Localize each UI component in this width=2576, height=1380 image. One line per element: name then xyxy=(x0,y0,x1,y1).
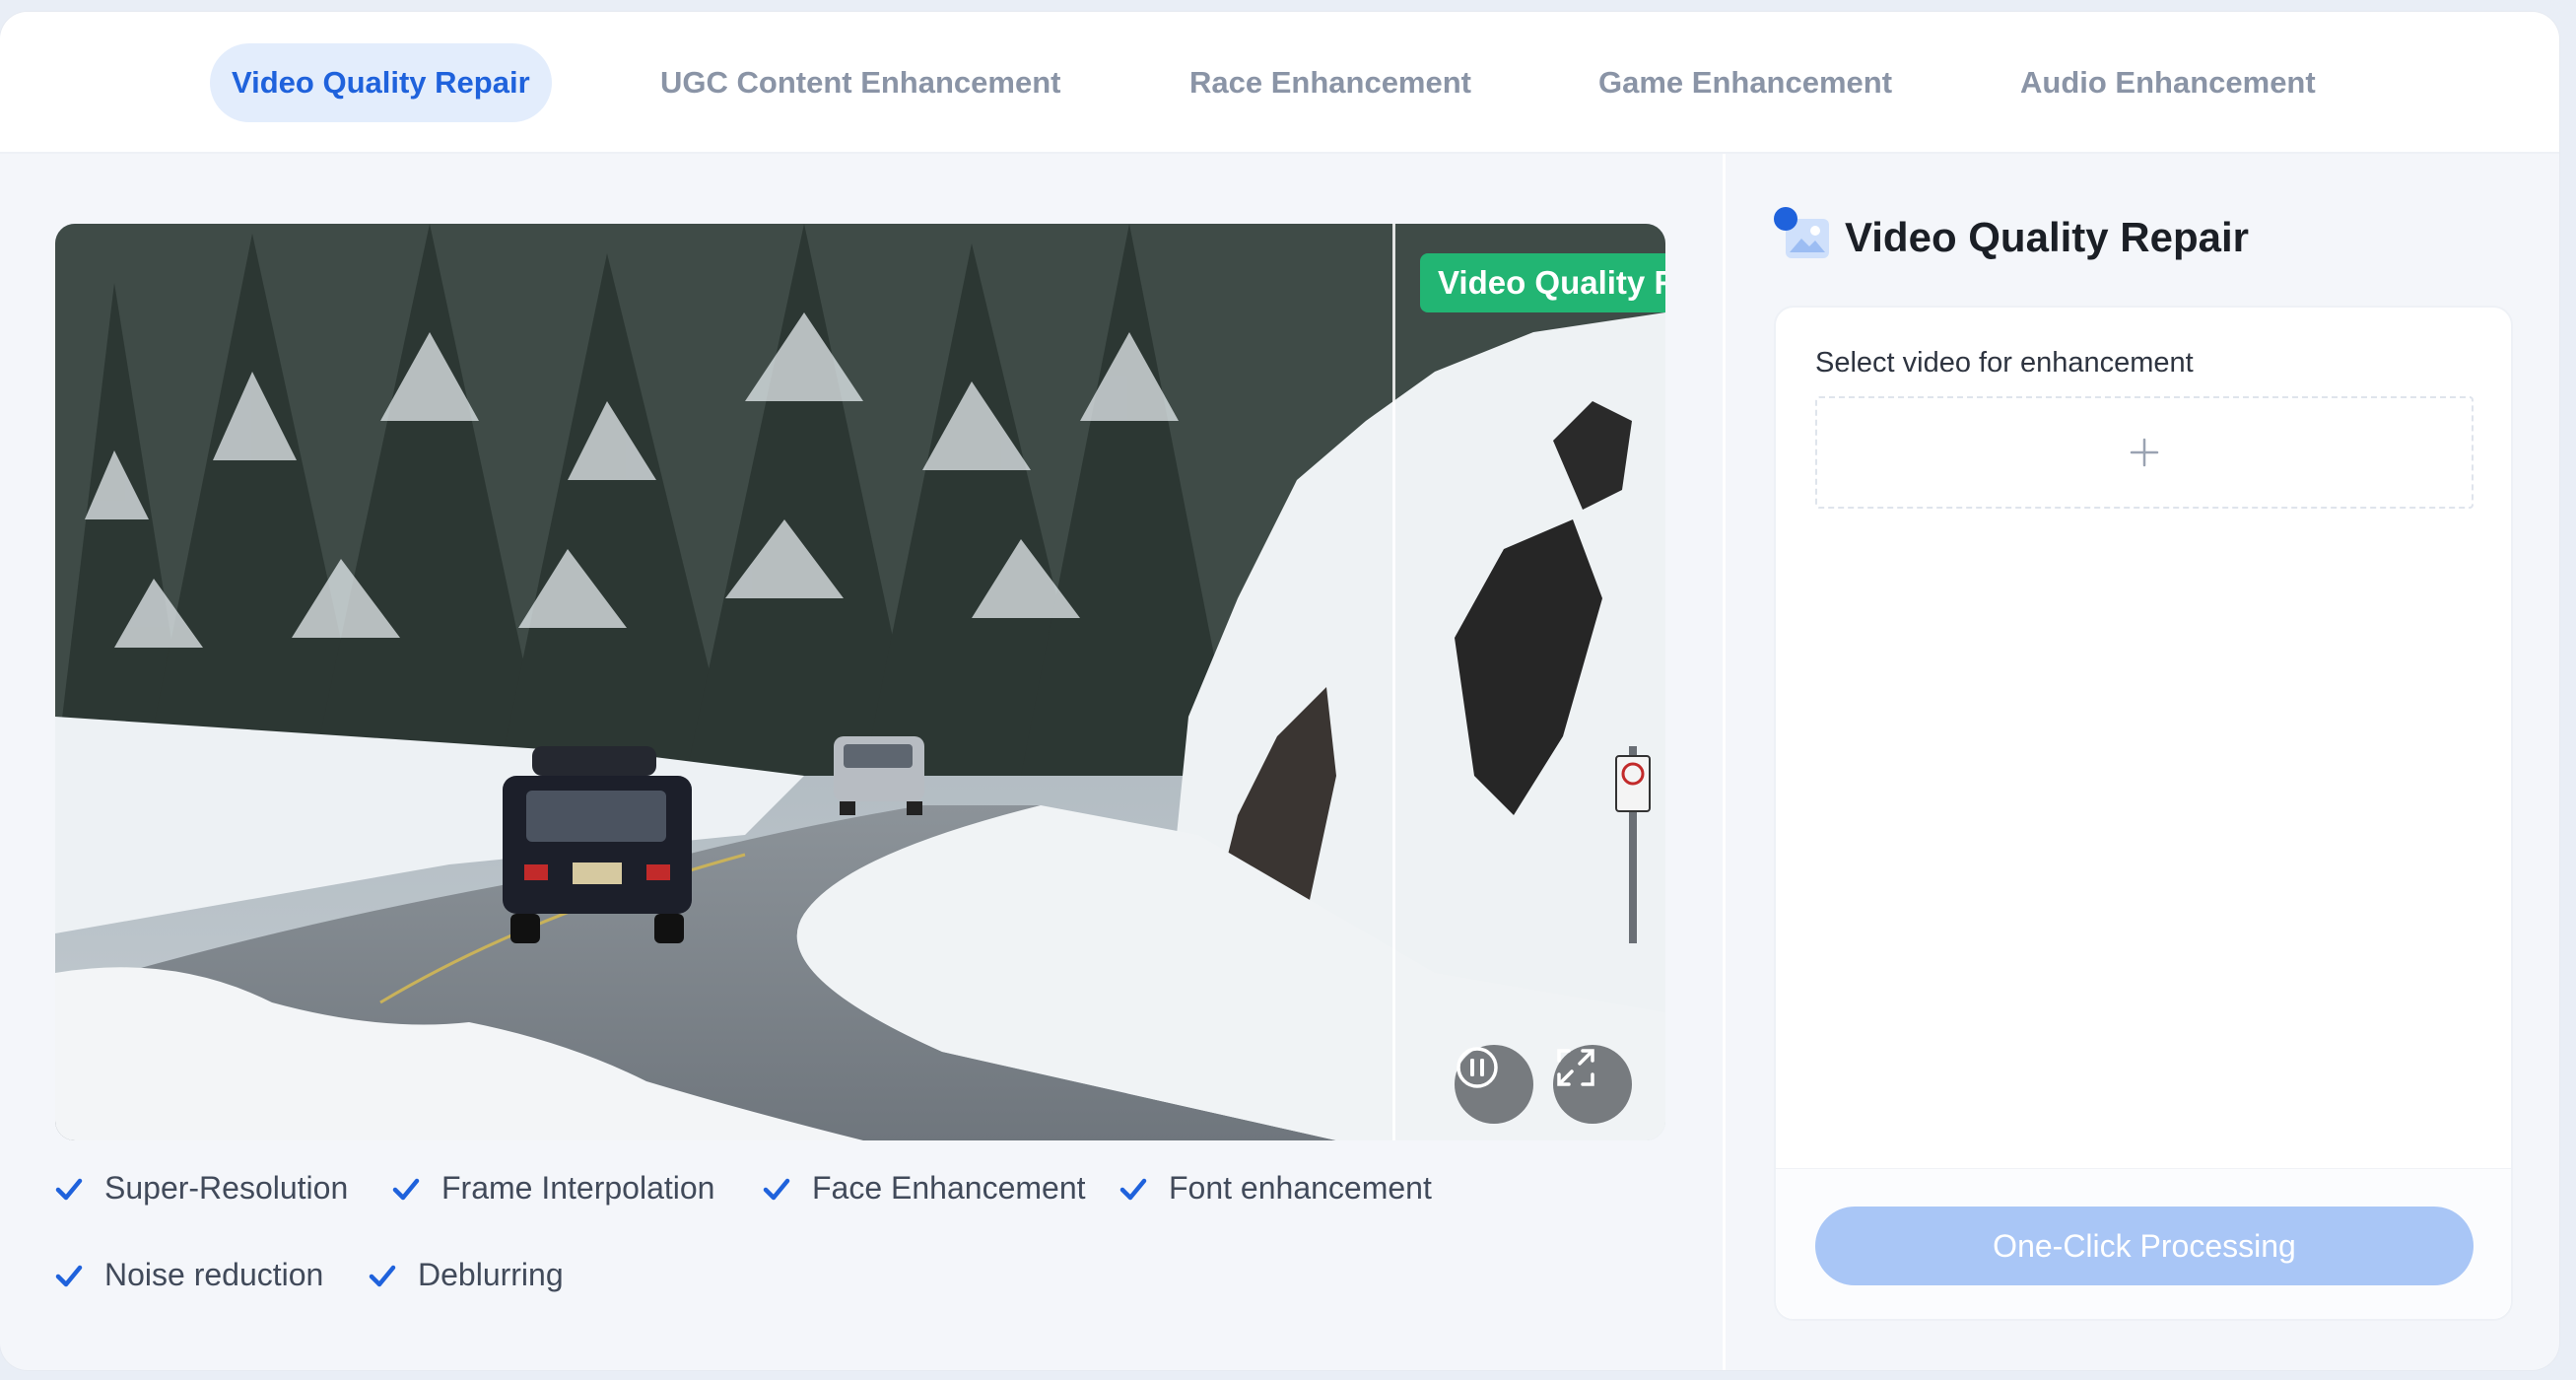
main-panel: Video Quality Repair UGC Content Enhance… xyxy=(0,12,2559,1370)
feature-item: Font enhancement xyxy=(1119,1170,1432,1207)
pause-button[interactable] xyxy=(1455,1045,1533,1124)
tab-ugc-content-enhancement[interactable]: UGC Content Enhancement xyxy=(639,43,1082,122)
sidebar-title: Video Quality Repair xyxy=(1845,214,2250,260)
checkmark-icon xyxy=(392,1178,420,1200)
checkmark-icon xyxy=(763,1178,790,1200)
snow-road-scene xyxy=(55,224,1665,1140)
checkmark-icon xyxy=(55,1265,83,1286)
comparison-split-line[interactable] xyxy=(1392,224,1395,1140)
feature-label: Font enhancement xyxy=(1169,1170,1432,1206)
image-enhance-icon xyxy=(1774,207,1829,258)
feature-label: Deblurring xyxy=(418,1257,564,1292)
tab-race-enhancement[interactable]: Race Enhancement xyxy=(1168,43,1493,122)
feature-item: Face Enhancement xyxy=(763,1170,1086,1207)
tab-game-enhancement[interactable]: Game Enhancement xyxy=(1577,43,1914,122)
tab-video-quality-repair[interactable]: Video Quality Repair xyxy=(210,43,552,122)
card-footer: One-Click Processing xyxy=(1776,1168,2511,1319)
feature-label: Super-Resolution xyxy=(104,1170,349,1206)
fullscreen-button[interactable] xyxy=(1553,1045,1632,1124)
enhanced-badge: Video Quality Repair xyxy=(1420,253,1665,312)
fullscreen-icon xyxy=(1557,1049,1594,1086)
video-preview[interactable]: Video Quality Repair xyxy=(55,224,1665,1140)
panel-divider xyxy=(1723,154,1726,1370)
feature-label: Frame Interpolation xyxy=(441,1170,715,1206)
tab-bar: Video Quality Repair UGC Content Enhance… xyxy=(0,12,2559,154)
upload-dropzone[interactable] xyxy=(1815,396,2474,509)
one-click-processing-button[interactable]: One-Click Processing xyxy=(1815,1207,2474,1285)
upload-card: Select video for enhancement One-Click P… xyxy=(1774,306,2513,1321)
feature-item: Noise reduction xyxy=(55,1257,323,1293)
plus-icon xyxy=(2130,438,2159,467)
tab-audio-enhancement[interactable]: Audio Enhancement xyxy=(1999,43,2338,122)
suv-car xyxy=(503,746,692,943)
checkmark-icon xyxy=(1119,1178,1147,1200)
feature-item: Frame Interpolation xyxy=(392,1170,714,1207)
checkmark-icon xyxy=(55,1178,83,1200)
feature-label: Face Enhancement xyxy=(812,1170,1086,1206)
feature-item: Deblurring xyxy=(369,1257,564,1293)
select-video-label: Select video for enhancement xyxy=(1815,347,2194,379)
checkmark-icon xyxy=(369,1265,396,1286)
pause-icon xyxy=(1457,1047,1498,1088)
feature-item: Super-Resolution xyxy=(55,1170,348,1207)
feature-label: Noise reduction xyxy=(104,1257,324,1292)
